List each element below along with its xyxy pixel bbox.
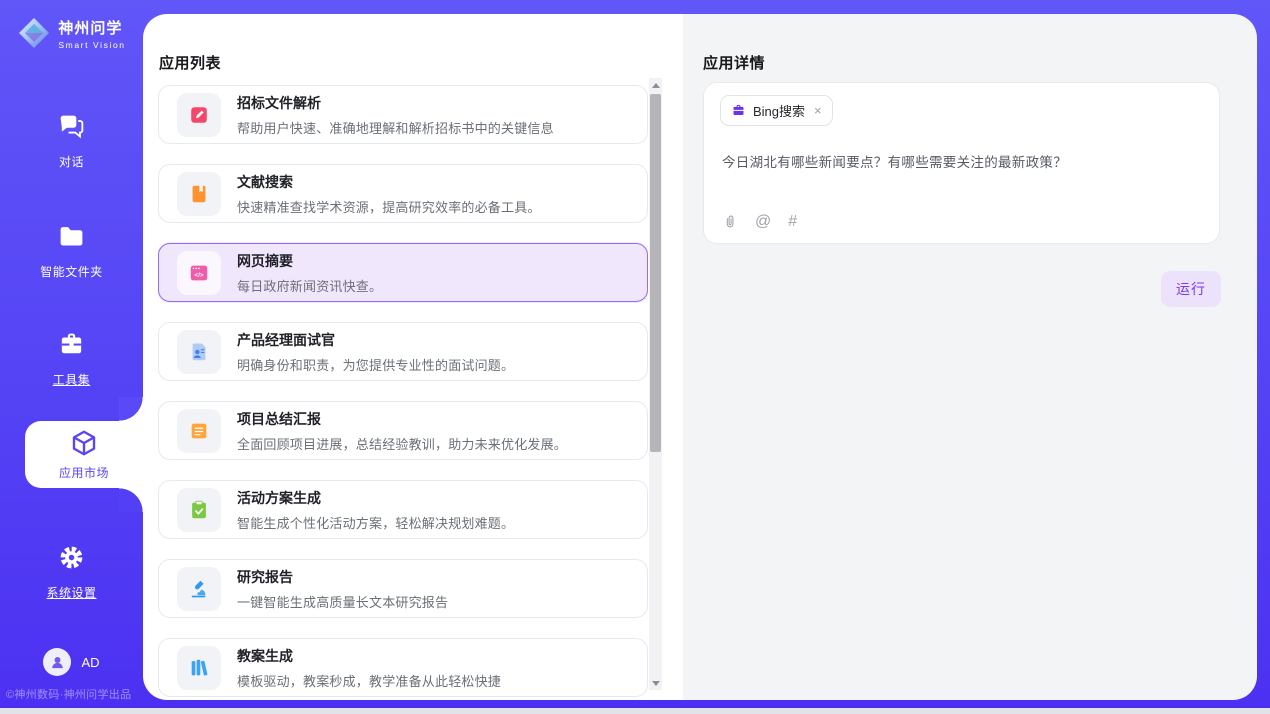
paperclip-icon[interactable] — [722, 213, 738, 231]
sidebar-item-toolset[interactable]: 工具集 — [0, 330, 143, 388]
avatar — [43, 648, 71, 676]
app-card-literature-search[interactable]: 文献搜索 快速精准查找学术资源，提高研究效率的必备工具。 — [158, 164, 648, 223]
app-name: 神州问学 — [58, 17, 125, 38]
app-name: 产品经理面试官 — [237, 330, 514, 350]
prompt-toolbar: @ # — [722, 213, 797, 231]
content-frame: 应用列表 招标文件解析 帮助用户快速、准确地理解和解析招标书中的关键信息 — [143, 14, 1257, 700]
app-logo: 神州问学 Smart Vision — [0, 16, 143, 50]
app-name: 文献搜索 — [237, 172, 541, 192]
sidebar-item-label: 智能文件夹 — [0, 263, 143, 280]
books-icon — [177, 646, 221, 690]
sidebar-item-app-market[interactable]: 应用市场 — [25, 421, 143, 488]
gear-icon — [57, 543, 86, 572]
app-desc: 一键智能生成高质量长文本研究报告 — [237, 592, 448, 611]
folder-icon — [57, 222, 86, 251]
sidebar-item-label: 应用市场 — [59, 464, 109, 481]
mention-icon[interactable]: @ — [755, 213, 771, 231]
microscope-icon — [177, 567, 221, 611]
app-card-project-summary[interactable]: 项目总结汇报 全面回顾项目进展，总结经验教训，助力未来优化发展。 — [158, 401, 648, 460]
app-desc: 全面回顾项目进展，总结经验教训，助力未来优化发展。 — [237, 434, 567, 453]
sidebar: 神州问学 Smart Vision 对话 智能文件夹 工具集 — [0, 0, 143, 708]
copyright-text: ©神州数码·神州问学出品 — [6, 686, 131, 702]
sidebar-item-label: 工具集 — [0, 371, 143, 388]
edit-doc-icon — [177, 93, 221, 137]
app-subtitle: Smart Vision — [58, 40, 125, 50]
sidebar-item-label: 对话 — [0, 153, 143, 170]
clipboard-check-icon — [177, 488, 221, 532]
app-detail-title: 应用详情 — [703, 52, 765, 73]
app-card-event-plan[interactable]: 活动方案生成 智能生成个性化活动方案，轻松解决规划难题。 — [158, 480, 648, 539]
scrollbar-thumb[interactable] — [650, 94, 661, 452]
app-list-panel: 应用列表 招标文件解析 帮助用户快速、准确地理解和解析招标书中的关键信息 — [143, 14, 683, 700]
app-desc: 模板驱动，教案秒成，教学准备从此轻松快捷 — [237, 671, 501, 690]
app-card-research-report[interactable]: 研究报告 一键智能生成高质量长文本研究报告 — [158, 559, 648, 618]
app-card-pm-interviewer[interactable]: 产品经理面试官 明确身份和职责，为您提供专业性的面试问题。 — [158, 322, 648, 381]
tool-tag-bing-search[interactable]: Bing搜索 × — [720, 95, 833, 126]
summary-note-icon — [177, 409, 221, 453]
svg-text:</>: </> — [194, 272, 204, 279]
user-icon — [49, 654, 66, 671]
toolbox-icon — [57, 330, 86, 359]
sidebar-item-label: 系统设置 — [0, 584, 143, 601]
app-card-bid-analysis[interactable]: 招标文件解析 帮助用户快速、准确地理解和解析招标书中的关键信息 — [158, 85, 648, 144]
app-desc: 明确身份和职责，为您提供专业性的面试问题。 — [237, 355, 514, 374]
app-list-title: 应用列表 — [159, 52, 221, 73]
web-code-icon: </> — [177, 251, 221, 295]
app-list-scrollbar[interactable] — [649, 78, 662, 690]
user-account[interactable]: AD — [0, 648, 143, 676]
app-name: 项目总结汇报 — [237, 409, 567, 429]
prompt-input[interactable]: 今日湖北有哪些新闻要点？有哪些需要关注的最新政策？ — [722, 151, 1203, 171]
app-name: 活动方案生成 — [237, 488, 514, 508]
close-icon[interactable]: × — [814, 104, 822, 117]
user-name: AD — [81, 655, 99, 670]
app-card-lesson-plan[interactable]: 教案生成 模板驱动，教案秒成，教学准备从此轻松快捷 — [158, 638, 648, 697]
app-list: 招标文件解析 帮助用户快速、准确地理解和解析招标书中的关键信息 文献搜索 快速精… — [158, 85, 648, 700]
interview-icon — [177, 330, 221, 374]
chat-icon — [57, 112, 86, 141]
logo-diamond-icon — [17, 16, 51, 50]
sidebar-item-chat[interactable]: 对话 — [0, 112, 143, 170]
app-detail-panel: 应用详情 Bing搜索 × 今日湖北有哪些新闻要点？有哪些需要关注的最新政策？ — [683, 14, 1257, 700]
briefcase-icon — [731, 103, 746, 118]
app-desc: 智能生成个性化活动方案，轻松解决规划难题。 — [237, 513, 514, 532]
sidebar-item-smart-folder[interactable]: 智能文件夹 — [0, 222, 143, 280]
hash-icon[interactable]: # — [788, 213, 797, 231]
prompt-card: Bing搜索 × 今日湖北有哪些新闻要点？有哪些需要关注的最新政策？ @ # — [703, 82, 1220, 244]
app-name: 研究报告 — [237, 567, 448, 587]
run-button[interactable]: 运行 — [1161, 271, 1221, 307]
app-desc: 每日政府新闻资讯快查。 — [237, 276, 382, 295]
scroll-down-icon[interactable] — [649, 676, 662, 690]
app-desc: 快速精准查找学术资源，提高研究效率的必备工具。 — [237, 197, 541, 216]
bottom-edge-strip — [0, 708, 1270, 714]
app-card-web-summary[interactable]: </> 网页摘要 每日政府新闻资讯快查。 — [158, 243, 648, 302]
scroll-up-icon[interactable] — [649, 78, 662, 92]
cube-icon — [69, 428, 99, 458]
tool-tag-label: Bing搜索 — [753, 101, 805, 120]
sidebar-item-settings[interactable]: 系统设置 — [0, 543, 143, 601]
app-name: 招标文件解析 — [237, 93, 554, 113]
app-name: 教案生成 — [237, 646, 501, 666]
book-icon — [177, 172, 221, 216]
app-desc: 帮助用户快速、准确地理解和解析招标书中的关键信息 — [237, 118, 554, 137]
app-name: 网页摘要 — [237, 251, 382, 271]
